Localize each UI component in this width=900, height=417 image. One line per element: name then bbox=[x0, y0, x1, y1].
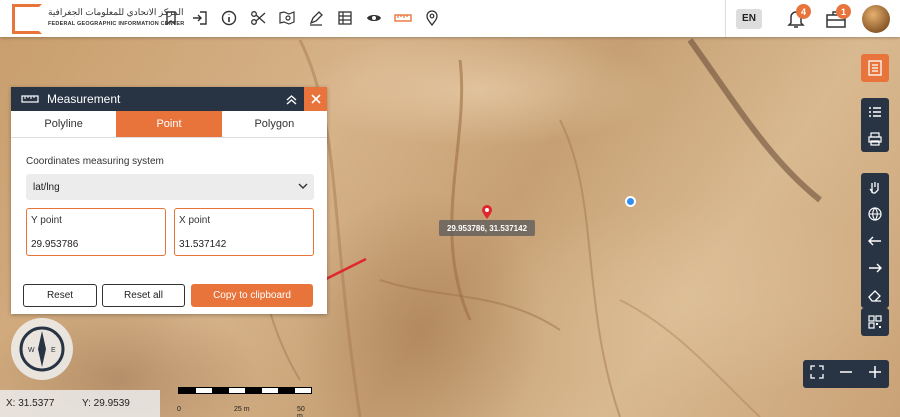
close-button[interactable] bbox=[304, 87, 327, 111]
avatar[interactable] bbox=[862, 4, 890, 33]
scissors-icon[interactable] bbox=[243, 7, 272, 29]
x-point-label: X point bbox=[179, 215, 211, 226]
point-coordinate-label: 29.953786, 31.537142 bbox=[439, 220, 535, 236]
ruler-icon[interactable] bbox=[388, 7, 417, 29]
reset-button[interactable]: Reset bbox=[23, 284, 97, 307]
panel-title: Measurement bbox=[47, 92, 121, 106]
info-icon[interactable] bbox=[214, 7, 243, 29]
zoom-in-button[interactable] bbox=[868, 365, 882, 384]
measurement-panel: Measurement Polyline Point Polygon Coord… bbox=[11, 87, 327, 314]
tasks-button[interactable]: 1 bbox=[816, 0, 856, 37]
fullscreen-button[interactable] bbox=[810, 364, 824, 384]
coordinate-system-label: Coordinates measuring system bbox=[26, 156, 164, 167]
document-icon bbox=[868, 60, 882, 76]
scale-label-end: 50 m bbox=[297, 406, 305, 417]
tab-polyline[interactable]: Polyline bbox=[11, 111, 116, 137]
pan-button[interactable] bbox=[861, 173, 889, 200]
tab-polygon[interactable]: Polygon bbox=[222, 111, 327, 137]
globe-button[interactable] bbox=[861, 200, 889, 227]
list-button[interactable] bbox=[861, 98, 889, 125]
x-point-field[interactable]: X point 31.537142 bbox=[174, 208, 314, 256]
logo-mark bbox=[12, 4, 42, 34]
toolbar bbox=[156, 7, 446, 29]
scale-label-mid: 25 m bbox=[234, 406, 250, 413]
plus-icon bbox=[868, 365, 881, 378]
tasks-badge: 1 bbox=[836, 4, 851, 19]
hand-icon bbox=[869, 181, 879, 194]
collapse-button[interactable] bbox=[278, 94, 304, 105]
previous-extent-button[interactable] bbox=[861, 227, 889, 254]
x-point-value: 31.537142 bbox=[179, 239, 227, 250]
panel-header: Measurement bbox=[11, 87, 327, 111]
scale-label-start: 0 bbox=[177, 406, 181, 413]
y-point-field[interactable]: Y point 29.953786 bbox=[26, 208, 166, 256]
compass-icon: W E bbox=[19, 326, 65, 372]
bookmark-icon[interactable] bbox=[156, 7, 185, 29]
minus-icon bbox=[839, 370, 852, 373]
map-search-icon[interactable] bbox=[272, 7, 301, 29]
scale-bar: 0 25 m 50 m bbox=[177, 387, 312, 417]
print-button[interactable] bbox=[861, 125, 889, 152]
close-icon bbox=[310, 94, 321, 104]
current-location-dot bbox=[625, 196, 636, 207]
language-toggle[interactable]: EN bbox=[736, 8, 762, 29]
layers-toolbar bbox=[861, 98, 889, 152]
top-bar: المركز الاتحادي للمعلومات الجغرافية FEDE… bbox=[0, 0, 900, 37]
measurement-tabs: Polyline Point Polygon bbox=[11, 111, 327, 138]
location-pin-icon[interactable] bbox=[417, 7, 446, 29]
chevron-down-icon bbox=[298, 183, 308, 189]
zoom-out-button[interactable] bbox=[839, 365, 853, 384]
eraser-icon bbox=[868, 289, 881, 302]
notifications-badge: 4 bbox=[796, 4, 811, 19]
erase-button[interactable] bbox=[861, 281, 889, 308]
tab-point[interactable]: Point bbox=[116, 111, 222, 137]
login-icon[interactable] bbox=[185, 7, 214, 29]
cursor-coordinates: X: 31.5377 Y: 29.9539 bbox=[0, 390, 160, 417]
copy-to-clipboard-button[interactable]: Copy to clipboard bbox=[191, 284, 313, 307]
y-point-label: Y point bbox=[31, 215, 62, 226]
arrow-left-icon bbox=[868, 236, 881, 245]
fgic-logo: المركز الاتحادي للمعلومات الجغرافية FEDE… bbox=[12, 4, 184, 34]
legend-button[interactable] bbox=[861, 54, 889, 82]
draw-icon[interactable] bbox=[301, 7, 330, 29]
arrow-right-icon bbox=[869, 263, 882, 272]
coordinate-system-select[interactable]: lat/lng bbox=[26, 174, 314, 200]
qr-code-icon bbox=[861, 308, 889, 336]
scale-segments bbox=[178, 387, 312, 394]
y-point-value: 29.953786 bbox=[31, 239, 79, 250]
globe-icon bbox=[868, 206, 882, 221]
next-extent-button[interactable] bbox=[861, 254, 889, 281]
svg-text:W: W bbox=[28, 347, 35, 354]
eye-icon[interactable] bbox=[359, 7, 388, 29]
navigation-toolbar bbox=[861, 173, 889, 308]
expand-icon bbox=[810, 364, 824, 379]
reset-all-button[interactable]: Reset all bbox=[102, 284, 185, 307]
double-chevron-up-icon bbox=[286, 94, 296, 105]
table-icon[interactable] bbox=[330, 7, 359, 29]
notifications-button[interactable]: 4 bbox=[776, 0, 816, 37]
zoom-toolbar bbox=[803, 360, 889, 388]
divider bbox=[725, 0, 726, 37]
compass[interactable]: W E bbox=[11, 318, 73, 380]
list-icon bbox=[869, 106, 881, 117]
cursor-y: Y: 29.9539 bbox=[82, 398, 130, 409]
printer-icon bbox=[868, 131, 882, 146]
cursor-x: X: 31.5377 bbox=[6, 398, 55, 409]
ruler-icon bbox=[21, 94, 39, 104]
qr-button[interactable] bbox=[861, 308, 889, 336]
coordinate-system-value: lat/lng bbox=[33, 181, 60, 193]
svg-text:E: E bbox=[51, 347, 56, 354]
